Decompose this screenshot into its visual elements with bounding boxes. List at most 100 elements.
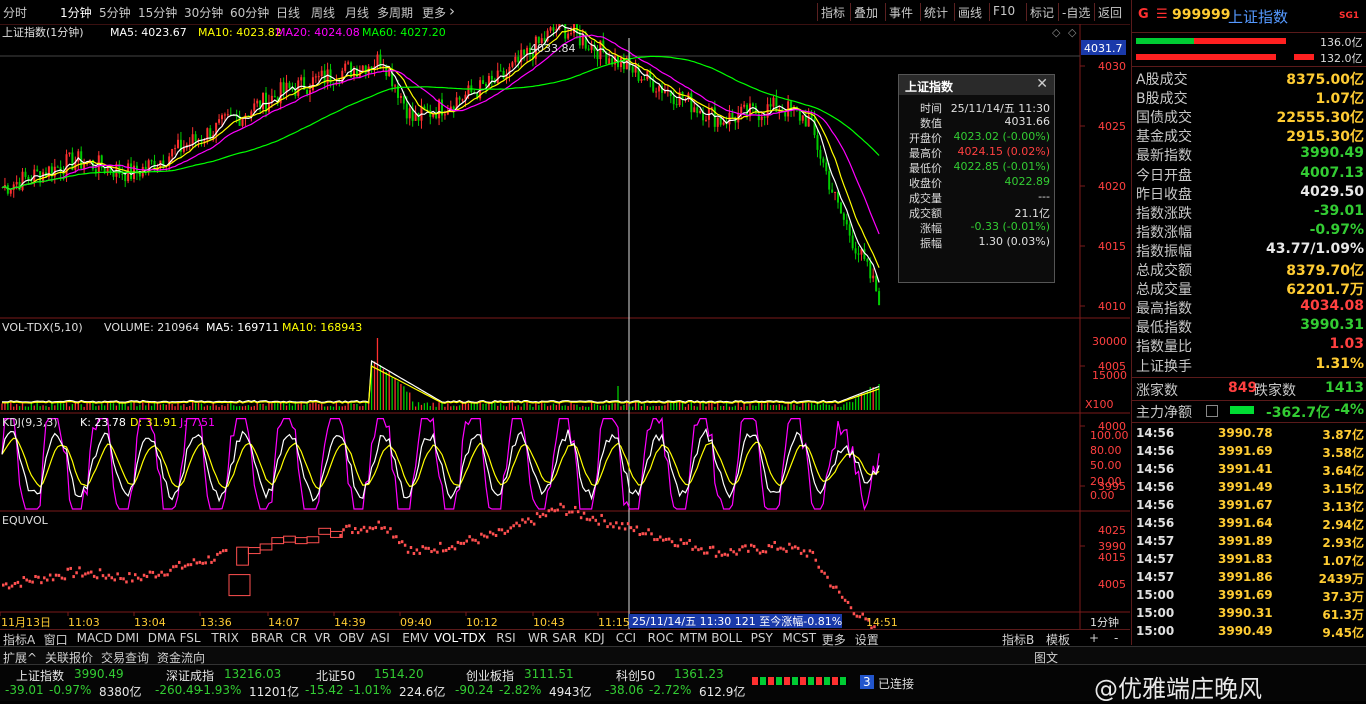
equvol-bar [729,548,732,552]
indicator-tab-14[interactable]: RSI [496,631,516,645]
indicator-tab-19[interactable]: ROC [648,631,674,645]
indicator-tab-16[interactable]: SAR [552,631,576,645]
indicator-tab-3[interactable]: DMI [116,631,139,645]
indicator-tab-10[interactable]: OBV [339,631,365,645]
period-tab-3[interactable]: 15分钟 [138,4,177,21]
equvol-bar [535,512,539,516]
x-axis-end-label: 14:51 [866,616,898,629]
indicator-tab-22[interactable]: PSY [751,631,773,645]
indicator-right-2[interactable]: + [1089,631,1099,645]
close-icon[interactable]: ✕ [1036,76,1048,92]
vol-unit: X100 [1085,398,1114,411]
equvol-bar [553,509,556,513]
tick-q: 3.64亿 [1322,464,1364,478]
indicator-tab-4[interactable]: DMA [148,631,176,645]
equvol-bar [368,526,372,530]
toolbar-button-4[interactable]: 画线 [958,4,982,21]
indicator-tab-8[interactable]: CR [290,631,307,645]
period-tab-4[interactable]: 30分钟 [184,4,223,21]
quote-row: 最新指数 3990.49 [1136,145,1364,164]
toolbar-button-7[interactable]: -自选 [1062,4,1090,21]
candle-body [311,77,314,91]
candle-body [801,115,804,121]
toolbar-button-1[interactable]: 叠加 [854,4,878,21]
ma5-label: MA5: 4023.67 [110,26,187,39]
indicator-tab-17[interactable]: KDJ [584,631,605,645]
equvol-bar [568,510,571,514]
period-tab-7[interactable]: 周线 [311,4,335,21]
indicator-tab-11[interactable]: ASI [370,631,389,645]
period-tab-9[interactable]: 多周期 [377,4,413,21]
indicator-tab-9[interactable]: VR [314,631,331,645]
toolbar-button-5[interactable]: F10 [993,4,1015,18]
equvol-bar [412,551,416,555]
equvol-bar [28,579,31,583]
equvol-bar [51,578,55,582]
equvol-bar [180,566,184,570]
equvol-bar [468,535,471,539]
x-axis-label: 09:40 [400,616,432,629]
period-tab-10[interactable]: 更多 [422,4,446,21]
kdj-y-tick: 80.00 [1090,444,1122,457]
equvol-y-tick: 4025 [1098,524,1126,537]
toolbar-button-8[interactable]: 返回 [1098,4,1122,21]
indicator-right-3[interactable]: - [1114,631,1118,645]
buy-bar-green [1136,38,1194,44]
net-bar [1230,406,1254,414]
tick-t: 14:57 [1136,534,1175,548]
equvol-bar [855,614,859,618]
equvol-bar [817,565,820,569]
equvol-bar [685,541,688,545]
indicator-tab-2[interactable]: MACD [77,631,113,645]
doc-icon[interactable] [1206,405,1218,417]
indicator-tab-12[interactable]: EMV [402,631,428,645]
indicator-tab-20[interactable]: MTM [679,631,707,645]
popup-row: 数值 4031.66 [899,115,1054,130]
period-tab-0[interactable]: 分时 [3,4,27,21]
indicator-tab-6[interactable]: TRIX [211,631,238,645]
toolbar-button-2[interactable]: 事件 [889,4,913,21]
equvol-box [306,536,320,544]
quote-label: 指数涨跌 [1136,205,1192,222]
indicator-tab-5[interactable]: FSL [180,631,201,645]
tick-q: 3.15亿 [1322,482,1364,496]
tick-row: 14:56 3991.41 3.64亿 [1136,462,1364,480]
toolbar-button-0[interactable]: 指标 [821,4,845,21]
period-tab-1[interactable]: 1分钟 [60,4,92,21]
equvol-bar [98,568,102,572]
cursor-time-label: 25/11/14/五 11:30 121 至今涨幅-0.81% [632,614,842,628]
indicator-tab-21[interactable]: BOLL [711,631,742,645]
x-axis-label: 13:36 [200,616,232,629]
equvol-bar [69,566,72,570]
period-tab-8[interactable]: 月线 [345,4,369,21]
quote-row: 总成交额 8379.70亿 [1136,260,1364,279]
equvol-bar [846,600,850,604]
indicator-tab-13[interactable]: VOL-TDX [434,631,486,645]
equvol-bar [832,585,835,589]
equvol-bar [585,517,589,521]
popup-row-value: 4024.15 (0.02%) [957,145,1050,158]
period-tab-2[interactable]: 5分钟 [99,4,131,21]
quote-row: 今日开盘 4007.13 [1136,165,1364,184]
candle-body [399,96,402,98]
toolbar-button-3[interactable]: 统计 [924,4,948,21]
equvol-bar [711,545,715,549]
candle-body [350,62,353,77]
period-tab-6[interactable]: 日线 [276,4,300,21]
indicator-tab-23[interactable]: MCST [782,631,816,645]
tick-t: 15:00 [1136,624,1175,638]
indicator-tab-15[interactable]: WR [528,631,548,645]
chevron-right-icon[interactable]: › [449,2,455,20]
toolbar-button-6[interactable]: 标记 [1030,4,1054,21]
indicator-tab-7[interactable]: BRAR [251,631,284,645]
equvol-bar [81,574,84,578]
indicator-tab-18[interactable]: CCI [616,631,636,645]
kdj-j: J: 7.51 [179,416,215,429]
menu-icon[interactable]: ☰ [1156,7,1168,22]
equvol-bar [779,546,782,550]
candle-body [443,114,446,116]
equvol-bar [145,575,149,579]
equvol-title: EQUVOL [2,514,49,527]
equvol-bar [527,517,530,521]
period-tab-5[interactable]: 60分钟 [230,4,269,21]
